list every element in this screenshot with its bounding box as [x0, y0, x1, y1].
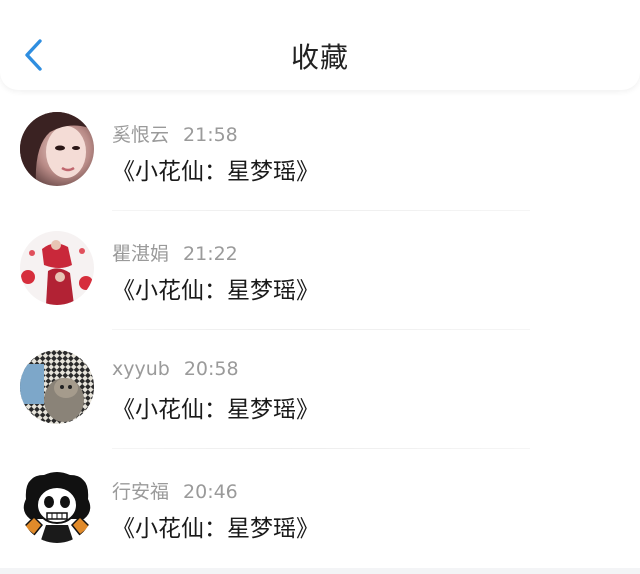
user-name: 奚恨云 — [112, 124, 170, 146]
item-meta: 瞿湛娟 21:22 — [112, 239, 238, 266]
user-name: 行安福 — [112, 481, 170, 503]
avatar[interactable] — [20, 112, 94, 186]
avatar[interactable] — [20, 231, 94, 305]
favorites-list: 奚恨云 21:58 《小花仙：星梦瑶》 瞿湛娟 21:22 《小花仙：星梦瑶》 — [0, 92, 640, 568]
item-meta: 行安福 20:46 — [112, 477, 238, 504]
user-name: 瞿湛娟 — [112, 243, 170, 265]
list-item[interactable]: 行安福 20:46 《小花仙：星梦瑶》 — [0, 449, 640, 568]
item-title[interactable]: 《小花仙：星梦瑶》 — [112, 152, 319, 186]
avatar-wedding-icon — [20, 231, 94, 305]
timestamp: 21:58 — [183, 124, 238, 146]
list-item[interactable]: 瞿湛娟 21:22 《小花仙：星梦瑶》 — [0, 211, 640, 330]
item-title[interactable]: 《小花仙：星梦瑶》 — [112, 509, 319, 543]
item-title[interactable]: 《小花仙：星梦瑶》 — [112, 390, 319, 424]
item-meta: xyyub 20:58 — [112, 358, 239, 380]
list-item[interactable]: 奚恨云 21:58 《小花仙：星梦瑶》 — [0, 92, 640, 211]
page-title: 收藏 — [290, 41, 349, 74]
timestamp: 20:58 — [183, 358, 239, 380]
user-name: xyyub — [112, 358, 170, 380]
bottom-edge — [0, 568, 640, 574]
avatar[interactable] — [20, 469, 94, 543]
timestamp: 21:22 — [183, 243, 238, 265]
top-bar: 收藏 — [0, 0, 640, 90]
avatar-skull-icon — [20, 469, 94, 543]
item-meta: 奚恨云 21:58 — [112, 120, 238, 147]
item-title[interactable]: 《小花仙：星梦瑶》 — [112, 271, 319, 305]
avatar-cat-icon — [20, 350, 94, 424]
timestamp: 20:46 — [183, 481, 238, 503]
avatar-girl-icon — [20, 112, 94, 186]
list-item[interactable]: xyyub 20:58 《小花仙：星梦瑶》 — [0, 330, 640, 449]
avatar[interactable] — [20, 350, 94, 424]
